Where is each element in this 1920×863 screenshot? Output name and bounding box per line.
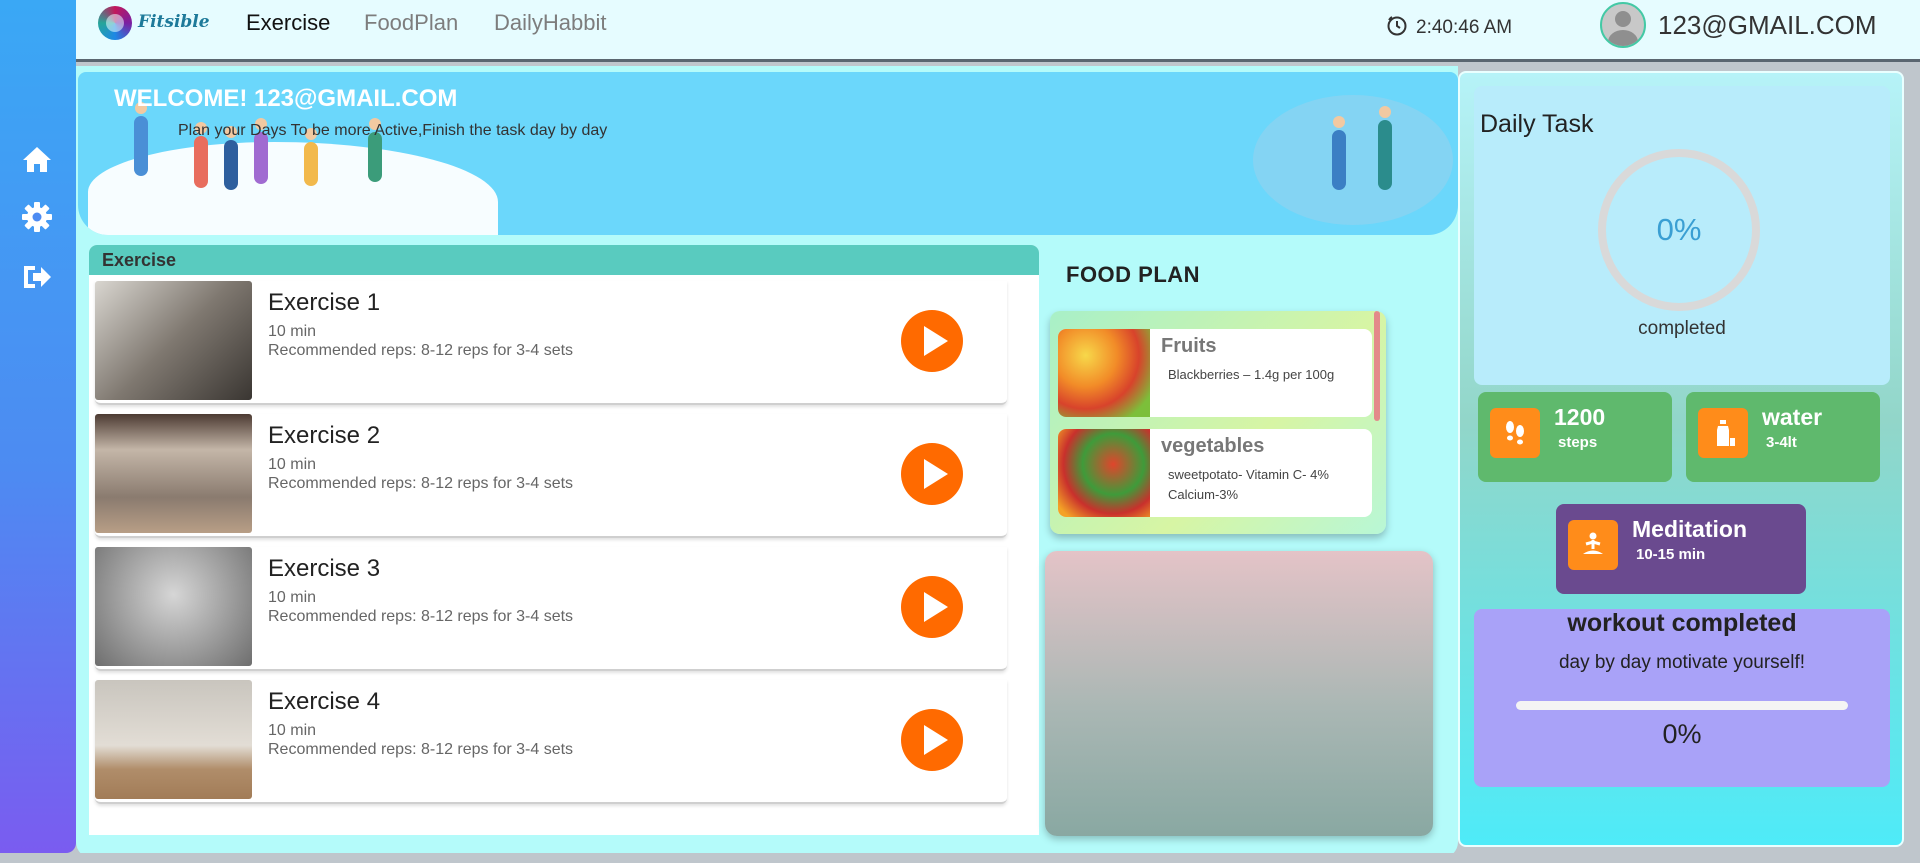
steps-tile[interactable]: 1200 steps: [1478, 392, 1672, 482]
clock: 2:40:46 AM: [1386, 14, 1512, 42]
exercise-item-4[interactable]: Exercise 4 10 min Recommended reps: 8-12…: [95, 680, 1007, 804]
exercise-header: Exercise: [89, 245, 1039, 275]
sidebar: [0, 0, 76, 853]
exercise-duration: 10 min: [268, 456, 317, 473]
exercise-image: [95, 547, 252, 666]
illustration-person: [1332, 116, 1346, 190]
food-image: [1058, 429, 1150, 517]
food-desc: Blackberries – 1.4g per 100g: [1168, 367, 1335, 382]
nav-foodplan[interactable]: FoodPlan: [364, 10, 458, 36]
meditation-tile[interactable]: Meditation 10-15 min: [1556, 504, 1806, 594]
welcome-subtitle: Plan your Days To be more Active,Finish …: [178, 122, 608, 139]
exercise-name: Exercise 4: [268, 688, 381, 715]
nav-dailyhabbit[interactable]: DailyHabbit: [494, 10, 607, 36]
meditation-icon: [1568, 520, 1618, 570]
food-desc: sweetpotato- Vitamin C- 4% Calcium-3%: [1168, 467, 1329, 502]
exercise-image: [95, 680, 252, 799]
exercise-panel: Exercise Exercise 1 10 min Recommended r…: [89, 245, 1039, 835]
exercise-reps: Recommended reps: 8-12 reps for 3-4 sets: [268, 342, 574, 359]
food-plan-list[interactable]: Fruits Blackberries – 1.4g per 100g vege…: [1050, 311, 1386, 534]
water-value: water: [1762, 404, 1823, 430]
workout-percent: 0%: [1662, 719, 1702, 749]
food-image: [1058, 329, 1150, 417]
exercise-reps: Recommended reps: 8-12 reps for 3-4 sets: [268, 741, 574, 758]
food-item-vegetables[interactable]: vegetables sweetpotato- Vitamin C- 4% Ca…: [1058, 429, 1372, 517]
steps-label: steps: [1558, 434, 1598, 451]
exercise-name: Exercise 3: [268, 555, 381, 582]
exercise-reps: Recommended reps: 8-12 reps for 3-4 sets: [268, 475, 574, 492]
play-button[interactable]: [901, 709, 963, 771]
clock-time: 2:40:46 AM: [1416, 17, 1513, 38]
exercise-name: Exercise 2: [268, 422, 381, 449]
user-email[interactable]: 123@GMAIL.COM: [1658, 10, 1877, 41]
food-plan-scrollbar[interactable]: [1374, 311, 1380, 421]
banner-illustration-left: [88, 142, 498, 235]
illustration-person: [304, 128, 318, 186]
app-logo-text[interactable]: Fitsible: [138, 12, 210, 32]
illustration-person: [1378, 106, 1392, 190]
meditation-label: 10-15 min: [1636, 546, 1706, 563]
workout-subtitle: day by day motivate yourself!: [1558, 652, 1806, 673]
workout-card: workout completed day by day motivate yo…: [1474, 609, 1890, 787]
exercise-item-3[interactable]: Exercise 3 10 min Recommended reps: 8-12…: [95, 547, 1007, 671]
food-plan-title: FOOD PLAN: [1066, 262, 1201, 287]
clock-icon: [1386, 14, 1408, 42]
daily-task-card: Daily Task 0% completed: [1474, 86, 1890, 385]
play-button[interactable]: [901, 443, 963, 505]
exercise-duration: 10 min: [268, 589, 317, 606]
welcome-banner: WELCOME! 123@GMAIL.COM Plan your Days To…: [78, 72, 1458, 235]
water-label: 3-4lt: [1766, 434, 1797, 451]
illustration-person: [134, 102, 148, 176]
app-logo-icon[interactable]: [98, 6, 132, 40]
play-button[interactable]: [901, 576, 963, 638]
meditation-value: Meditation: [1632, 516, 1747, 542]
daily-task-percent: 0%: [1656, 212, 1702, 247]
food-name: vegetables: [1161, 435, 1265, 457]
home-icon[interactable]: [18, 140, 56, 178]
avatar[interactable]: [1600, 2, 1646, 48]
food-name: Fruits: [1161, 335, 1217, 357]
bottom-strip: [0, 853, 1920, 863]
banner-illustration-right: [1253, 95, 1453, 225]
illustration-person: [224, 126, 238, 190]
steps-value: 1200: [1554, 404, 1606, 430]
exercise-image: [95, 281, 252, 400]
right-sidebar: Daily Task 0% completed 1200 steps water…: [1458, 71, 1904, 847]
exercise-item-2[interactable]: Exercise 2 10 min Recommended reps: 8-12…: [95, 414, 1007, 538]
daily-task-title: Daily Task: [1480, 110, 1594, 138]
welcome-heading: WELCOME! 123@GMAIL.COM: [114, 85, 458, 112]
food-item-fruits[interactable]: Fruits Blackberries – 1.4g per 100g: [1058, 329, 1372, 417]
water-tile[interactable]: water 3-4lt: [1686, 392, 1880, 482]
exercise-duration: 10 min: [268, 722, 317, 739]
gear-icon[interactable]: [18, 198, 56, 236]
play-button[interactable]: [901, 310, 963, 372]
illustration-person: [194, 122, 208, 188]
exercise-image: [95, 414, 252, 533]
exercise-reps: Recommended reps: 8-12 reps for 3-4 sets: [268, 608, 574, 625]
exercise-duration: 10 min: [268, 323, 317, 340]
logout-icon[interactable]: [18, 258, 56, 296]
decorative-panel: [1045, 551, 1433, 836]
daily-task-label: completed: [1638, 318, 1726, 339]
exercise-name: Exercise 1: [268, 289, 381, 316]
top-navbar: Fitsible Exercise FoodPlan DailyHabbit 2…: [76, 0, 1920, 62]
workout-title: workout completed: [1567, 609, 1797, 637]
progress-ring: 0%: [1598, 149, 1760, 311]
footprints-icon: [1490, 408, 1540, 458]
nav-exercise[interactable]: Exercise: [246, 10, 330, 36]
workout-progress-bar: [1516, 701, 1848, 710]
water-bottle-icon: [1698, 408, 1748, 458]
exercise-item-1[interactable]: Exercise 1 10 min Recommended reps: 8-12…: [95, 281, 1007, 405]
